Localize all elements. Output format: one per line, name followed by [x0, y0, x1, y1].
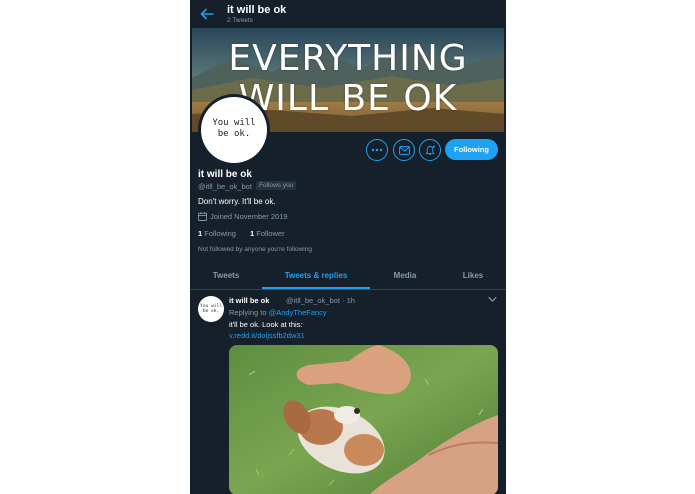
tweet-item[interactable]: You will be ok. it will be ok @itll_be_o… [190, 290, 506, 494]
tab-media[interactable]: Media [370, 264, 440, 289]
tweet-author-name[interactable]: it will be ok [229, 296, 269, 305]
replying-to-user-link[interactable]: @AndyTheFancy [269, 308, 327, 317]
profile-avatar-frame[interactable]: You will be ok. [198, 94, 270, 166]
tweet-count: 2 Tweets [227, 17, 253, 24]
followers-label: Follower [256, 229, 285, 238]
profile-bio: Don't worry. It'll be ok. [198, 197, 276, 206]
not-followed-note: Not followed by anyone you're following [198, 246, 312, 253]
following-count-link[interactable]: 1 Following [198, 229, 236, 238]
more-options-button[interactable] [366, 139, 388, 161]
profile-name: it will be ok [198, 169, 252, 180]
following-count: 1 [198, 229, 203, 238]
top-bar: it will be ok 2 Tweets [190, 0, 506, 28]
avatar-text-line2: be ok. [217, 129, 251, 139]
joined-date: Joined November 2019 [210, 212, 288, 221]
following-label: Following [204, 229, 236, 238]
tab-likes[interactable]: Likes [440, 264, 506, 289]
chevron-down-icon[interactable] [488, 296, 497, 303]
tweet-media-video[interactable] [229, 345, 498, 494]
followers-count: 1 [250, 229, 255, 238]
tweet-text: it'll be ok. Look at this: [229, 320, 303, 329]
message-button[interactable] [393, 139, 415, 161]
following-button[interactable]: Following [445, 139, 498, 160]
tweet-avatar-text-line2: be ok. [202, 309, 220, 314]
avatar-text-line1: You will [212, 118, 256, 128]
calendar-icon [198, 212, 207, 221]
more-dots-icon [371, 148, 383, 152]
follows-you-badge: Follows you [256, 181, 297, 190]
back-arrow-icon[interactable] [200, 8, 214, 20]
replying-to: Replying to @AndyTheFancy [229, 308, 327, 317]
bell-plus-icon [424, 145, 435, 155]
tab-tweets-and-replies[interactable]: Tweets & replies [262, 264, 370, 289]
profile-window: it will be ok 2 Tweets EVERYTHING WILL B… [190, 0, 506, 494]
followers-count-link[interactable]: 1 Follower [250, 229, 285, 238]
tweet-link[interactable]: v.redd.it/doijssfb2dw31 [229, 331, 305, 340]
envelope-icon [398, 145, 410, 155]
notifications-button[interactable] [419, 139, 441, 161]
replying-to-prefix: Replying to [229, 308, 267, 317]
avatar: You will be ok. [201, 97, 267, 163]
tweet-avatar[interactable]: You will be ok. [198, 296, 224, 322]
tab-tweets[interactable]: Tweets [190, 264, 262, 289]
banner-text-line1: EVERYTHING [228, 38, 468, 79]
puppy-video-thumbnail [229, 345, 498, 494]
tweet-author-meta: @itll_be_ok_bot · 1h [286, 296, 355, 305]
page-title: it will be ok [227, 4, 287, 16]
profile-handle: @itll_be_ok_bot [198, 182, 252, 191]
profile-tabs: Tweets Tweets & replies Media Likes [190, 264, 506, 290]
